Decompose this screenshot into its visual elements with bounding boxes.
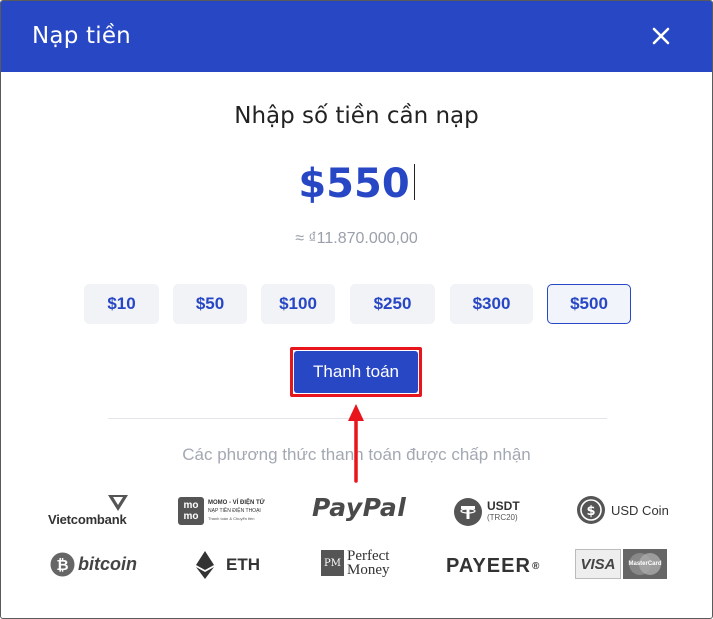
vietcombank-logo: Vietcombank bbox=[48, 494, 138, 528]
tether-icon bbox=[454, 498, 482, 526]
usdt-network: (TRC20) bbox=[487, 513, 518, 522]
text-caret bbox=[413, 164, 415, 200]
preset-button[interactable]: $250 bbox=[350, 284, 435, 324]
perfect-money-logo: PM Perfect Money bbox=[321, 548, 390, 578]
ethereum-icon bbox=[196, 551, 214, 579]
visa-mastercard-logo: VISA MasterCard bbox=[575, 549, 667, 579]
dialog-title: Nạp tiền bbox=[32, 23, 131, 49]
paypal-logo: PayPal bbox=[312, 493, 407, 522]
bitcoin-icon: ₿ bbox=[50, 552, 75, 577]
bitcoin-label: bitcoin bbox=[78, 554, 137, 574]
close-icon bbox=[652, 27, 670, 45]
amount-input[interactable]: $550 bbox=[1, 161, 712, 207]
momo-title: MOMO - VÍ ĐIỆN TỬ bbox=[208, 500, 265, 506]
usdt-logo: USDT (TRC20) bbox=[453, 497, 520, 527]
pay-button[interactable]: Thanh toán bbox=[294, 351, 418, 393]
perfect-money-mark-icon: PM bbox=[321, 550, 344, 576]
svg-text:₿: ₿ bbox=[56, 556, 68, 574]
amount-heading: Nhập số tiền cần nạp bbox=[234, 103, 479, 129]
usd-coin-label: USD Coin bbox=[611, 502, 669, 518]
payeer-label: PAYEER bbox=[446, 555, 531, 577]
converted-amount: ≈ ₫11.870.000,00 bbox=[295, 230, 418, 247]
visa-label: VISA bbox=[580, 555, 616, 573]
momo-subtitle: NẠP TIỀN ĐIỆN THOẠI bbox=[208, 508, 261, 514]
vietcombank-mark-icon bbox=[108, 495, 128, 511]
perfect-money-line1: Perfect bbox=[347, 548, 390, 564]
visa-card-icon: VISA bbox=[575, 549, 621, 579]
deposit-dialog: Nạp tiền Nhập số tiền cần nạp $550 ≈ ₫11… bbox=[0, 0, 713, 619]
usd-coin-logo: $ USD Coin bbox=[576, 495, 669, 525]
annotation-arrow-icon bbox=[348, 404, 364, 483]
preset-button[interactable]: $300 bbox=[450, 284, 533, 324]
svg-text:$: $ bbox=[586, 504, 595, 519]
mastercard-icon: MasterCard bbox=[623, 549, 667, 579]
bitcoin-logo: ₿ bitcoin bbox=[50, 552, 137, 577]
dialog-header: Nạp tiền bbox=[1, 1, 712, 72]
preset-button[interactable]: $50 bbox=[173, 284, 247, 324]
vietcombank-label: Vietcombank bbox=[48, 512, 127, 527]
preset-button[interactable]: $100 bbox=[261, 284, 335, 324]
eth-label: ETH bbox=[226, 555, 260, 574]
perfect-money-mark-text: PM bbox=[324, 557, 341, 569]
registered-icon: ® bbox=[531, 561, 541, 572]
momo-mark-icon: mo mo bbox=[178, 497, 204, 525]
momo-logo: mo mo MOMO - VÍ ĐIỆN TỬ NẠP TIỀN ĐIỆN TH… bbox=[178, 496, 274, 526]
perfect-money-line2: Money bbox=[347, 562, 390, 578]
preset-button-selected[interactable]: $500 bbox=[547, 284, 631, 324]
close-button[interactable] bbox=[650, 25, 672, 47]
amount-value: $550 bbox=[298, 161, 410, 207]
usdt-label: USDT bbox=[487, 499, 520, 513]
preset-amounts: $10 $50 $100 $250 $300 $500 bbox=[1, 284, 712, 324]
payeer-logo: PAYEER ® bbox=[446, 555, 540, 578]
momo-mark-bottom: mo bbox=[183, 511, 199, 522]
momo-subtitle-2: Thanh toán & Chuyển tiền bbox=[208, 516, 255, 521]
momo-mark-top: mo bbox=[183, 500, 199, 511]
preset-button[interactable]: $10 bbox=[84, 284, 159, 324]
mastercard-label: MasterCard bbox=[628, 561, 662, 567]
usd-coin-icon: $ bbox=[577, 496, 605, 524]
eth-logo: ETH bbox=[196, 551, 260, 579]
